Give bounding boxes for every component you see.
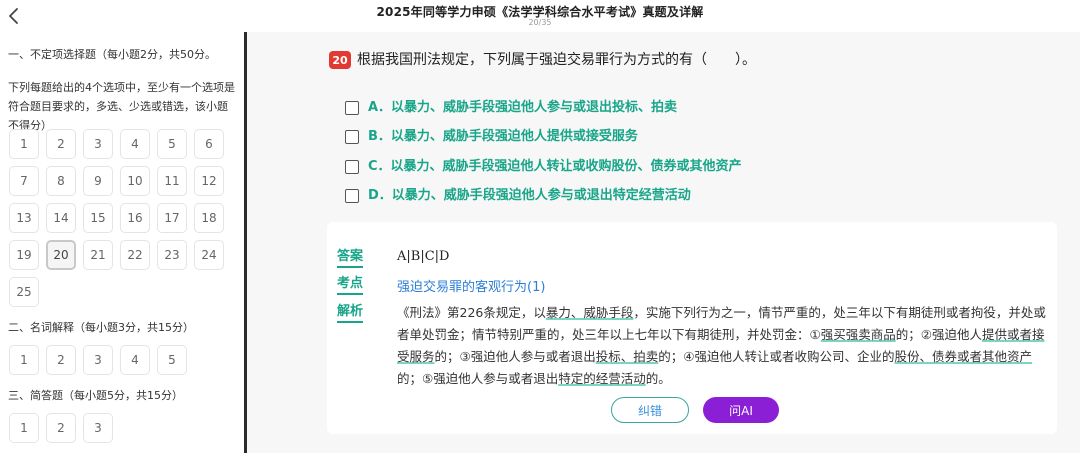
question-nav-button[interactable]: 7 <box>9 166 39 196</box>
question-nav-button[interactable]: 22 <box>120 240 150 270</box>
explanation-highlight: 特定的经营活动 <box>558 371 646 386</box>
question-nav-button[interactable]: 3 <box>83 345 113 375</box>
option-a-label: A．以暴力、威胁手段强迫他人参与或退出投标、拍卖 <box>368 100 678 115</box>
explanation-highlight: 投标、拍卖 <box>595 349 659 364</box>
section-title-terms: 二、名词解释（每小题3分，共15分） <box>8 321 194 334</box>
question-nav-button[interactable]: 4 <box>120 345 150 375</box>
question-nav-button[interactable]: 17 <box>157 203 187 233</box>
question-nav-button[interactable]: 3 <box>83 413 113 443</box>
main-content: 20 根据我国刑法规定，下列属于强迫交易罪行为方式的有（ ）。 A．以暴力、威胁… <box>247 32 1080 453</box>
section-desc-choice: 下列每题给出的4个选项中，至少有一个选项是符合题目要求的，多选、少选或错选，该小… <box>8 81 235 132</box>
explanation-fragment: 的。 <box>645 371 671 386</box>
report-error-button[interactable]: 纠错 <box>611 397 689 423</box>
option-b[interactable]: B．以暴力、威胁手段强迫他人提供或接受服务 <box>345 126 638 148</box>
answer-value: A|B|C|D <box>397 249 450 264</box>
ask-ai-button[interactable]: 问AI <box>703 397 779 423</box>
question-nav-button[interactable]: 2 <box>46 345 76 375</box>
question-nav-button[interactable]: 21 <box>83 240 113 270</box>
question-nav-button[interactable]: 16 <box>120 203 150 233</box>
top-bar: 2025年同等学力申硕《法学学科综合水平考试》真题及详解 20/35 <box>0 0 1080 32</box>
question-nav-button[interactable]: 25 <box>9 277 39 307</box>
question-nav-button[interactable]: 2 <box>46 129 76 159</box>
question-grid-short: 123 <box>9 413 224 443</box>
question-grid-choice: 1 2 3 4 5 6 7 8 9 10 11 12 13 14 15 16 17 18 19 20 21 22 23 24 2… <box>9 129 224 307</box>
question-nav-button[interactable]: 3 <box>83 129 113 159</box>
key-point-label: 考点 <box>337 276 364 295</box>
question-number-badge: 20 <box>329 51 351 69</box>
option-a[interactable]: A．以暴力、威胁手段强迫他人参与或退出投标、拍卖 <box>345 97 677 119</box>
question-nav-button[interactable]: 24 <box>194 240 224 270</box>
key-point-link[interactable]: 强迫交易罪的客观行为(1) <box>397 276 545 295</box>
question-nav-sidebar: 一、不定项选择题（每小题2分，共50分。 下列每题给出的4个选项中，至少有一个选… <box>0 32 244 453</box>
question-nav-button[interactable]: 18 <box>194 203 224 233</box>
question-nav-button[interactable]: 15 <box>83 203 113 233</box>
explanation-text: 《刑法》第226条规定，以暴力、威胁手段，实施下列行为之一，情节严重的，处三年以… <box>397 302 1047 390</box>
explanation-fragment: 《刑法》第226条规定，以 <box>397 305 546 320</box>
question-nav-button[interactable]: 20 <box>46 240 76 270</box>
question-nav-button[interactable]: 8 <box>46 166 76 196</box>
question-nav-button[interactable]: 10 <box>120 166 150 196</box>
section-title-choice: 一、不定项选择题（每小题2分，共50分。 <box>8 48 216 61</box>
option-d-label: D．以暴力、威胁手段强迫他人参与或退出特定经营活动 <box>368 188 691 203</box>
explanation-fragment: 的；④强迫他人转让或者收购公司、企业的 <box>658 349 895 364</box>
explanation-fragment: 的；②强迫他人 <box>895 327 982 342</box>
option-b-checkbox[interactable] <box>345 130 359 144</box>
question-nav-button[interactable]: 4 <box>120 129 150 159</box>
question-nav-button[interactable]: 5 <box>157 129 187 159</box>
analysis-panel: 答案 A|B|C|D 考点 强迫交易罪的客观行为(1) 解析 《刑法》第226条… <box>327 222 1057 434</box>
explanation-highlight: 股份、债券或者其他资产 <box>894 349 1032 364</box>
question-nav-button[interactable]: 23 <box>157 240 187 270</box>
question-grid-terms: 12345 <box>9 345 224 375</box>
question-nav-button[interactable]: 1 <box>9 129 39 159</box>
page-indicator: 20/35 <box>528 18 552 27</box>
section-title-short: 三、简答题（每小题5分，共15分） <box>8 389 183 402</box>
question-nav-button[interactable]: 6 <box>194 129 224 159</box>
question-nav-button[interactable]: 11 <box>157 166 187 196</box>
explanation-fragment: 的；⑤强迫他人参与或者退出 <box>397 371 559 386</box>
option-d[interactable]: D．以暴力、威胁手段强迫他人参与或退出特定经营活动 <box>345 185 691 207</box>
option-a-checkbox[interactable] <box>345 101 359 115</box>
question-nav-button[interactable]: 19 <box>9 240 39 270</box>
option-c[interactable]: C．以暴力、威胁手段强迫他人转让或收购股份、债券或其他资产 <box>345 156 742 178</box>
question-nav-button[interactable]: 1 <box>9 345 39 375</box>
question-nav-button[interactable]: 14 <box>46 203 76 233</box>
explanation-label: 解析 <box>337 304 364 323</box>
option-c-label: C．以暴力、威胁手段强迫他人转让或收购股份、债券或其他资产 <box>368 159 742 174</box>
question-nav-button[interactable]: 5 <box>157 345 187 375</box>
option-c-checkbox[interactable] <box>345 160 359 174</box>
answer-label: 答案 <box>337 249 364 268</box>
explanation-highlight: 强买强卖商品 <box>820 327 896 342</box>
question-nav-button[interactable]: 12 <box>194 166 224 196</box>
option-d-checkbox[interactable] <box>345 189 359 203</box>
question-card: 20 根据我国刑法规定，下列属于强迫交易罪行为方式的有（ ）。 A．以暴力、威胁… <box>307 40 1007 215</box>
question-stem: 根据我国刑法规定，下列属于强迫交易罪行为方式的有（ ）。 <box>357 52 756 68</box>
explanation-fragment: 的；③强迫他人参与或者退出 <box>434 349 596 364</box>
question-nav-button[interactable]: 13 <box>9 203 39 233</box>
question-nav-button[interactable]: 9 <box>83 166 113 196</box>
question-nav-button[interactable]: 2 <box>46 413 76 443</box>
question-nav-button[interactable]: 1 <box>9 413 39 443</box>
explanation-highlight: 暴力、威胁手段 <box>545 305 634 320</box>
option-b-label: B．以暴力、威胁手段强迫他人提供或接受服务 <box>368 129 638 144</box>
